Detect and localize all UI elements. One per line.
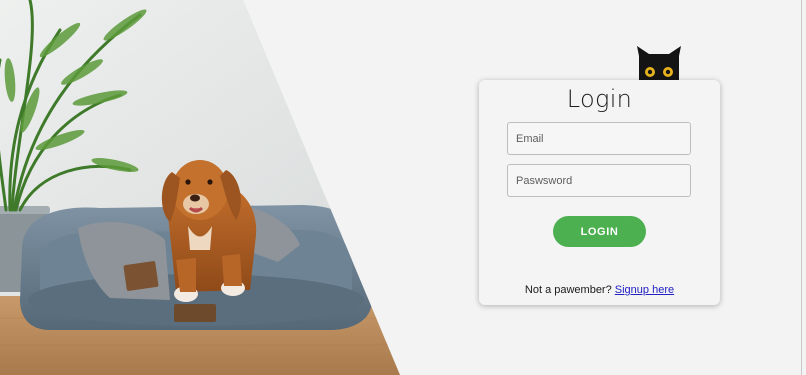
login-title: Login <box>566 85 633 113</box>
page-right-edge-divider <box>801 0 802 375</box>
login-card: Login LOGIN Not a pawember? Signup here <box>479 80 720 305</box>
email-input[interactable] <box>507 122 691 155</box>
signup-link[interactable]: Signup here <box>615 284 674 296</box>
signup-prompt-text: Not a pawember? <box>524 284 612 296</box>
black-cat-peeking-icon <box>637 46 681 82</box>
signup-prompt: Not a pawember? Signup here <box>479 284 720 296</box>
password-input[interactable] <box>507 164 691 197</box>
login-button[interactable]: LOGIN <box>553 216 646 247</box>
